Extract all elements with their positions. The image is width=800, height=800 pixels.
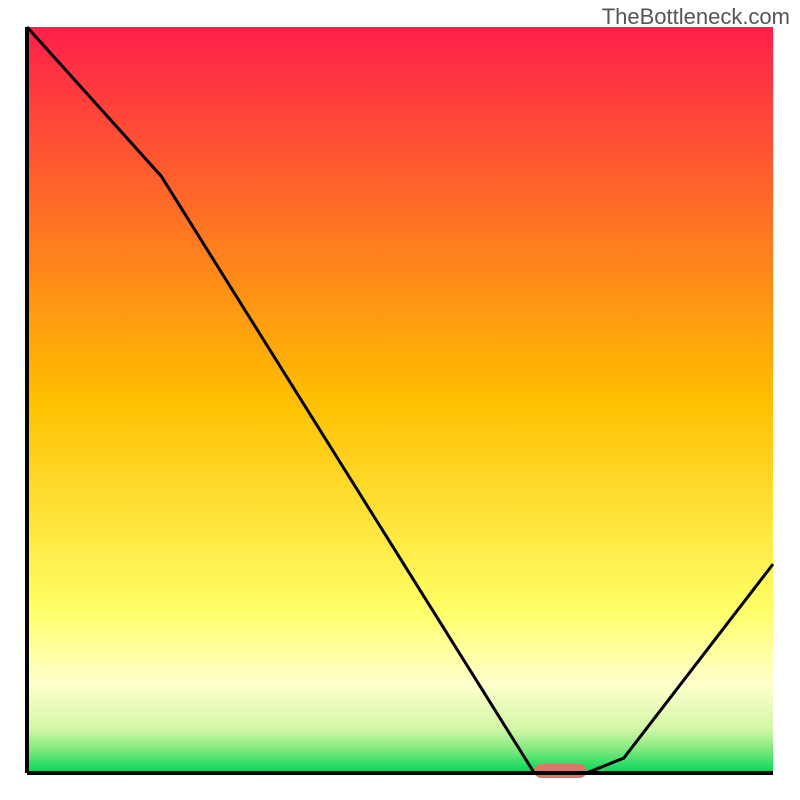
watermark-text: TheBottleneck.com <box>602 4 790 30</box>
chart-container: TheBottleneck.com <box>0 0 800 800</box>
chart-background <box>27 27 773 773</box>
bottleneck-chart <box>0 0 800 800</box>
